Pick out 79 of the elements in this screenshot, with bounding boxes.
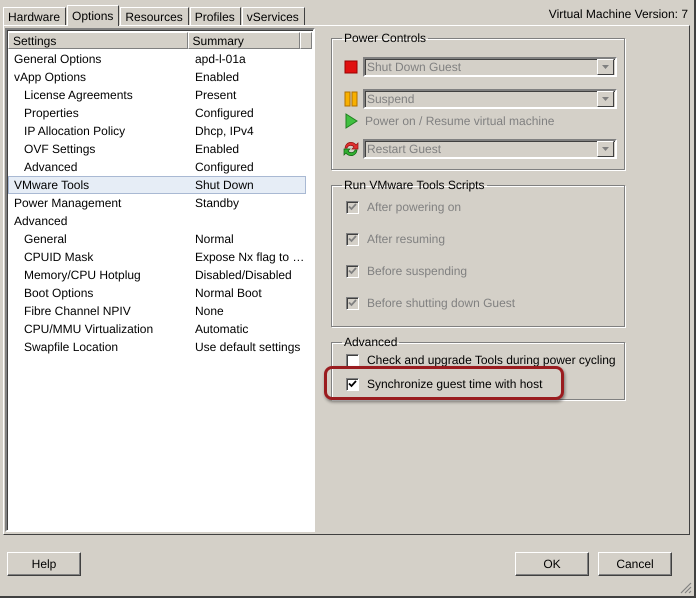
resize-grip-icon[interactable] [680, 582, 692, 594]
setting-name: CPU/MMU Virtualization [23, 322, 154, 336]
setting-name: CPUID Mask [23, 250, 94, 264]
checkbox-label: Before suspending [367, 264, 468, 278]
settings-row[interactable]: Swapfile Location Use default settings [8, 338, 306, 356]
setting-name: Boot Options [23, 286, 94, 300]
settings-row[interactable]: License Agreements Present [8, 86, 306, 104]
setting-name: Fibre Channel NPIV [23, 304, 132, 318]
setting-name: OVF Settings [23, 142, 96, 156]
settings-row[interactable]: Advanced Configured [8, 158, 306, 176]
setting-summary: Standby [194, 196, 240, 210]
setting-summary: Enabled [194, 142, 240, 156]
tab[interactable]: Resources [120, 7, 189, 25]
column-header[interactable]: Settings [8, 32, 188, 49]
setting-summary: Expose Nx flag to … [194, 250, 305, 264]
tab[interactable]: Hardware [3, 7, 66, 25]
setting-summary: Use default settings [194, 340, 302, 354]
setting-name: Memory/CPU Hotplug [23, 268, 142, 282]
dialog-button[interactable]: Cancel [598, 552, 672, 576]
settings-row[interactable]: Advanced [8, 212, 306, 230]
settings-row[interactable]: CPU/MMU Virtualization Automatic [8, 320, 306, 338]
power-action-label: Power on / Resume virtual machine [364, 114, 554, 128]
checkbox[interactable] [346, 354, 359, 366]
setting-summary: Disabled/Disabled [194, 268, 293, 282]
settings-row[interactable]: IP Allocation Policy Dhcp, IPv4 [8, 122, 306, 140]
settings-row[interactable]: Memory/CPU Hotplug Disabled/Disabled [8, 266, 306, 284]
stop-icon [344, 60, 358, 74]
checkbox-label: Check and upgrade Tools during power cycling [367, 353, 616, 367]
settings-row[interactable]: Power Management Standby [8, 194, 306, 212]
setting-name: General [23, 232, 68, 246]
setting-summary: Shut Down [194, 178, 255, 192]
column-header[interactable]: Summary [188, 32, 300, 49]
setting-name: Advanced [23, 160, 78, 174]
empty-column-header [300, 32, 312, 49]
dialog-button[interactable]: OK [515, 552, 589, 576]
settings-row[interactable]: Properties Configured [8, 104, 306, 122]
checkbox-label: Synchronize guest time with host [367, 377, 542, 391]
settings-row[interactable]: Boot Options Normal Boot [8, 284, 306, 302]
checkbox-label: After resuming [367, 232, 446, 246]
group-title: Power Controls [343, 31, 428, 45]
group-title: Advanced [343, 335, 398, 349]
checkbox-label: After powering on [367, 200, 462, 214]
settings-row[interactable]: OVF Settings Enabled [8, 140, 306, 158]
setting-name: Swapfile Location [23, 340, 120, 354]
setting-name: vApp Options [13, 70, 88, 84]
settings-row[interactable]: General Options apd-l-01a [8, 50, 306, 68]
tab[interactable]: Profiles [190, 7, 241, 25]
version-label: Virtual Machine Version: 7 [548, 7, 689, 21]
dialog-button[interactable]: Help [7, 552, 81, 576]
setting-name: License Agreements [23, 88, 134, 102]
setting-summary: Normal Boot [194, 286, 263, 300]
setting-name: VMware Tools [13, 178, 90, 192]
setting-name: General Options [13, 52, 102, 66]
settings-row[interactable]: Fibre Channel NPIV None [8, 302, 306, 320]
settings-row[interactable]: General Normal [8, 230, 306, 248]
setting-name: Advanced [13, 214, 68, 228]
setting-summary: Present [194, 88, 238, 102]
checkbox-label: Before shutting down Guest [367, 296, 516, 310]
setting-name: IP Allocation Policy [23, 124, 126, 138]
setting-name: Properties [23, 106, 80, 120]
setting-summary: Automatic [194, 322, 250, 336]
setting-summary: Dhcp, IPv4 [194, 124, 255, 138]
setting-summary: apd-l-01a [194, 52, 247, 66]
settings-row[interactable]: CPUID Mask Expose Nx flag to … [8, 248, 306, 266]
settings-row[interactable]: VMware Tools Shut Down [8, 176, 306, 194]
setting-summary: Configured [194, 106, 255, 120]
tab[interactable]: Options [67, 5, 120, 26]
setting-summary: None [194, 304, 225, 318]
pause-icon [344, 91, 358, 107]
play-icon [344, 113, 358, 129]
restart-icon [342, 140, 360, 158]
setting-summary: Normal [194, 232, 235, 246]
setting-summary: Configured [194, 160, 255, 174]
group-title: Run VMware Tools Scripts [343, 178, 486, 192]
checkbox[interactable] [346, 378, 359, 390]
settings-row[interactable]: vApp Options Enabled [8, 68, 306, 86]
setting-summary: Enabled [194, 70, 240, 84]
setting-name: Power Management [13, 196, 122, 210]
tab[interactable]: vServices [242, 7, 305, 25]
